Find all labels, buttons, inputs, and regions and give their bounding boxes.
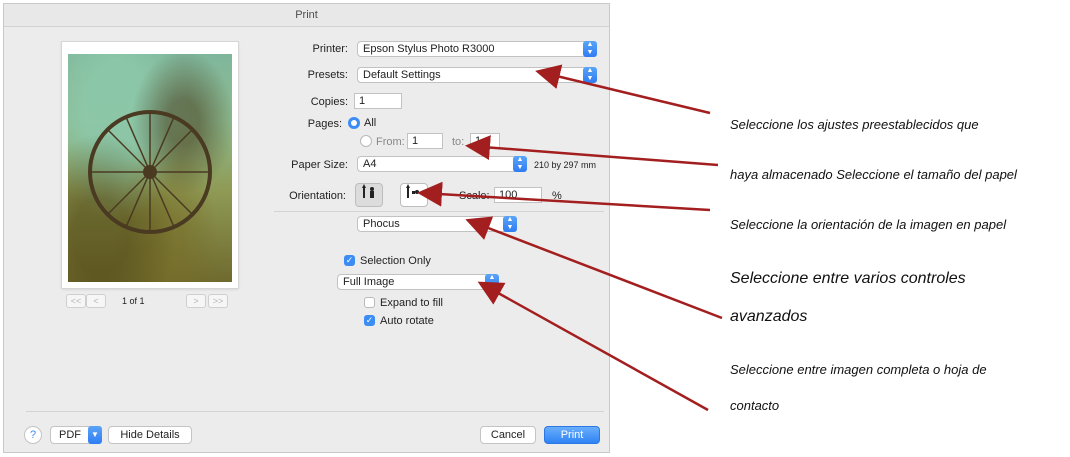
annotation-advanced-line2: avanzados: [730, 308, 808, 325]
annotation-presets: Seleccione los ajustes preestablecidos q…: [730, 117, 979, 132]
annotation-image-mode-line2: contacto: [730, 398, 780, 413]
annotation-advanced-line1: Seleccione entre varios controles: [730, 270, 966, 287]
annotation-orientation: Seleccione la orientación de la imagen e…: [730, 217, 1007, 232]
annotation-image-mode-line1: Seleccione entre imagen completa o hoja …: [730, 362, 987, 377]
annotation-paper-size: haya almacenado Seleccione el tamaño del…: [730, 167, 1017, 182]
